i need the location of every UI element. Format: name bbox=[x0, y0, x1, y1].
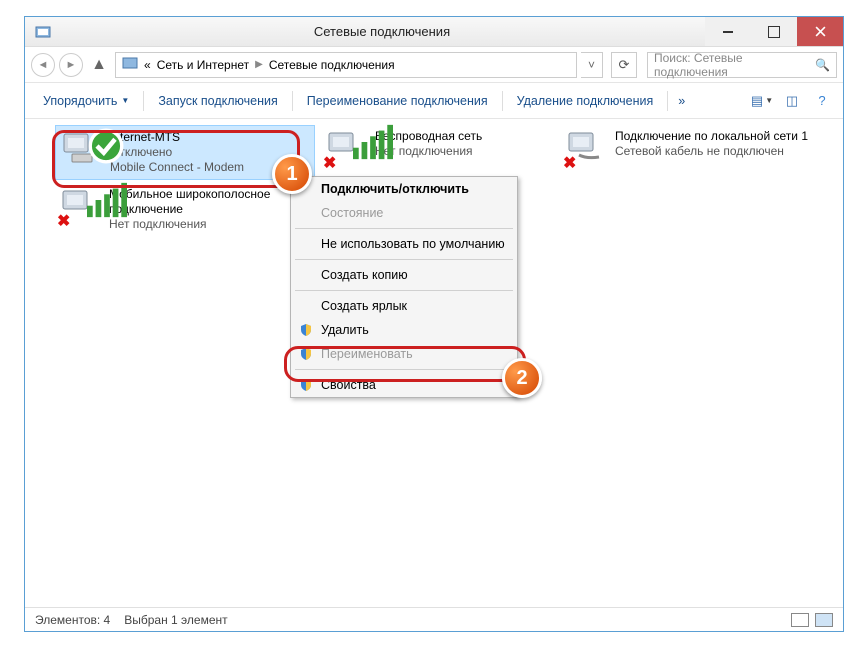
refresh-button[interactable]: ⟳ bbox=[611, 52, 637, 78]
rename-connection-button[interactable]: Переименование подключения bbox=[299, 88, 496, 114]
connection-wireless[interactable]: ✖ Беспроводная сеть Нет подключения bbox=[321, 125, 581, 169]
organize-button[interactable]: Упорядочить▼ bbox=[35, 88, 137, 114]
connection-status: Отключено bbox=[110, 145, 244, 160]
minimize-button[interactable] bbox=[705, 17, 751, 46]
view-options-icon[interactable]: ▤▼ bbox=[751, 91, 773, 111]
search-input[interactable]: Поиск: Сетевые подключения 🔍 bbox=[647, 52, 837, 78]
maximize-button[interactable] bbox=[751, 17, 797, 46]
mobile-icon: ✖ bbox=[61, 187, 101, 223]
app-icon-small bbox=[122, 55, 138, 74]
window-title: Сетевые подключения bbox=[59, 24, 705, 39]
breadcrumb-dropdown[interactable]: ˅ bbox=[581, 52, 603, 78]
ctx-connect-disconnect[interactable]: Подключить/отключить bbox=[291, 177, 517, 201]
tiles-view-icon[interactable] bbox=[815, 613, 833, 627]
error-x-icon: ✖ bbox=[323, 153, 337, 167]
breadcrumb-seg2[interactable]: Сетевые подключения bbox=[269, 58, 395, 72]
chevron-right-icon: ▶ bbox=[255, 59, 263, 70]
start-connection-button[interactable]: Запуск подключения bbox=[150, 88, 285, 114]
forward-button[interactable]: ► bbox=[59, 53, 83, 77]
delete-connection-button[interactable]: Удаление подключения bbox=[509, 88, 662, 114]
separator bbox=[295, 228, 513, 229]
address-bar: ◄ ► ▲ « Сеть и Интернет ▶ Сетевые подклю… bbox=[25, 47, 843, 83]
connection-status: Сетевой кабель не подключен bbox=[615, 144, 808, 159]
ethernet-icon: ✖ bbox=[567, 129, 607, 165]
separator bbox=[502, 91, 503, 111]
error-x-icon: ✖ bbox=[563, 153, 577, 167]
breadcrumb-prefix: « bbox=[144, 58, 151, 72]
modem-icon bbox=[62, 130, 102, 166]
connection-name: Подключение по локальной сети 1 bbox=[615, 129, 808, 144]
close-button[interactable] bbox=[797, 17, 843, 46]
toolbar: Упорядочить▼ Запуск подключения Переимен… bbox=[25, 83, 843, 119]
shield-icon bbox=[299, 378, 313, 392]
details-view-icon[interactable] bbox=[791, 613, 809, 627]
separator bbox=[292, 91, 293, 111]
breadcrumb[interactable]: « Сеть и Интернет ▶ Сетевые подключения bbox=[115, 52, 577, 78]
ctx-shortcut[interactable]: Создать ярлык bbox=[291, 294, 517, 318]
connection-mobile-broadband[interactable]: ✖ Мобильное широкополосное подключение Н… bbox=[55, 183, 315, 236]
preview-pane-icon[interactable]: ◫ bbox=[781, 91, 803, 111]
help-icon[interactable]: ? bbox=[811, 91, 833, 111]
statusbar: Элементов: 4 Выбран 1 элемент bbox=[25, 607, 843, 631]
breadcrumb-seg1[interactable]: Сеть и Интернет bbox=[157, 58, 249, 72]
ctx-properties[interactable]: Свойства bbox=[291, 373, 517, 397]
item-count: Элементов: 4 bbox=[35, 613, 110, 627]
back-button[interactable]: ◄ bbox=[31, 53, 55, 77]
separator bbox=[295, 290, 513, 291]
ctx-not-default[interactable]: Не использовать по умолчанию bbox=[291, 232, 517, 256]
separator bbox=[667, 91, 668, 111]
callout-2: 2 bbox=[502, 358, 542, 398]
connection-detail: Mobile Connect - Modem bbox=[110, 160, 244, 175]
context-menu: Подключить/отключить Состояние Не исполь… bbox=[290, 176, 518, 398]
separator bbox=[295, 369, 513, 370]
search-placeholder: Поиск: Сетевые подключения bbox=[654, 51, 815, 79]
check-icon bbox=[86, 128, 102, 144]
shield-icon bbox=[299, 323, 313, 337]
window-buttons bbox=[705, 17, 843, 46]
shield-icon bbox=[299, 347, 313, 361]
callout-1: 1 bbox=[272, 154, 312, 194]
ctx-state: Состояние bbox=[291, 201, 517, 225]
separator bbox=[295, 259, 513, 260]
app-icon bbox=[35, 24, 51, 40]
error-x-icon: ✖ bbox=[57, 211, 71, 225]
search-icon: 🔍 bbox=[815, 58, 830, 72]
selected-count: Выбран 1 элемент bbox=[124, 613, 227, 627]
wireless-icon: ✖ bbox=[327, 129, 367, 165]
ctx-rename: Переименовать bbox=[291, 342, 517, 366]
up-button[interactable]: ▲ bbox=[87, 53, 111, 77]
toolbar-more[interactable]: » bbox=[674, 94, 689, 108]
connection-name: Мобильное широкополосное подключение bbox=[109, 187, 309, 217]
signal-icon bbox=[87, 182, 127, 223]
connection-status: Нет подключения bbox=[109, 217, 309, 232]
connection-name: Internet-MTS bbox=[110, 130, 244, 145]
titlebar: Сетевые подключения bbox=[25, 17, 843, 47]
ctx-copy[interactable]: Создать копию bbox=[291, 263, 517, 287]
signal-icon bbox=[353, 124, 393, 165]
connection-lan[interactable]: ✖ Подключение по локальной сети 1 Сетево… bbox=[561, 125, 831, 169]
separator bbox=[143, 91, 144, 111]
ctx-delete[interactable]: Удалить bbox=[291, 318, 517, 342]
